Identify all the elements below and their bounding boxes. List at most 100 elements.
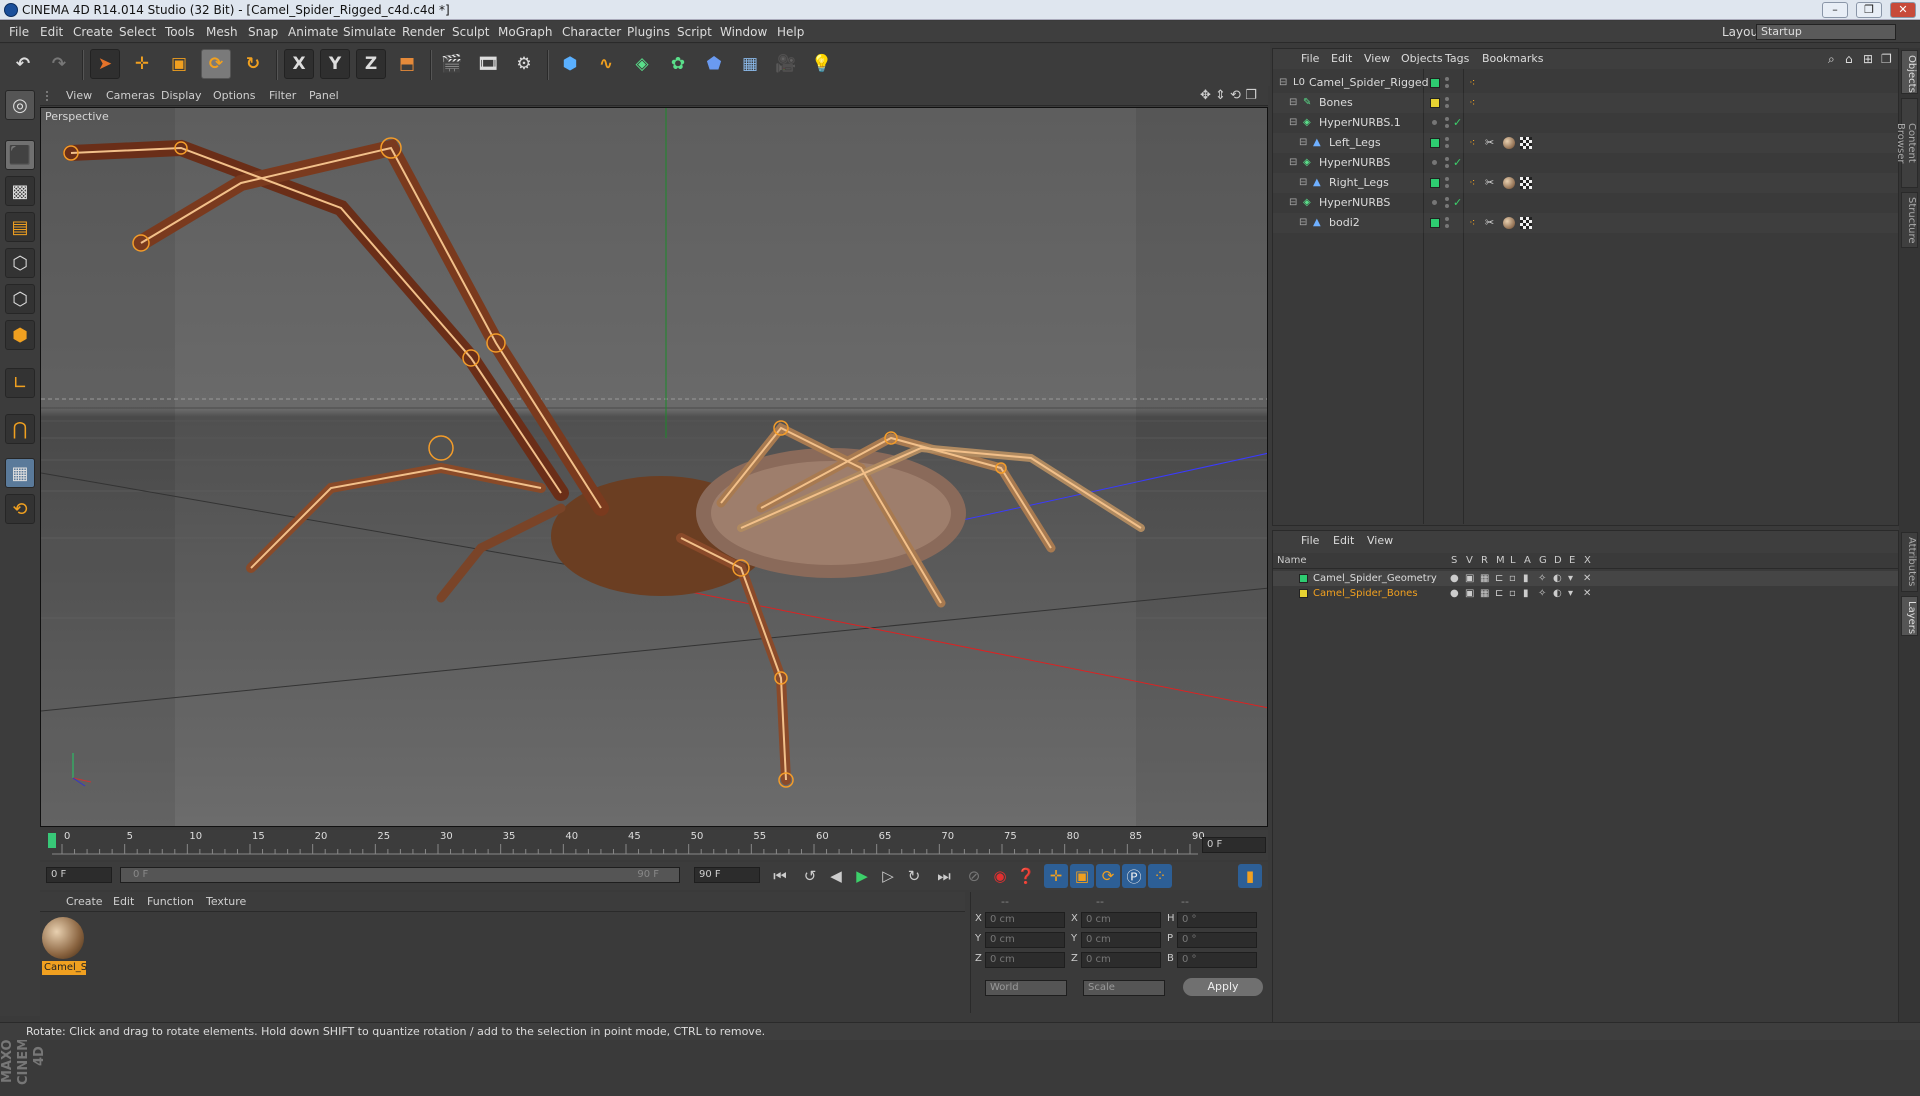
object-row[interactable]: ⊟ ▲ Right_Legs ⁖ ✂	[1273, 173, 1898, 193]
render-dot[interactable]	[1445, 104, 1449, 108]
maximize-button[interactable]: ❐	[1856, 2, 1882, 18]
visibility-dot[interactable]	[1445, 177, 1449, 181]
obj-menu-view[interactable]: View	[1364, 49, 1390, 69]
layer-toggle-icon[interactable]: ▮	[1523, 571, 1529, 586]
axis-mode-icon[interactable]: ∟	[5, 368, 35, 398]
menu-simulate[interactable]: Simulate	[343, 21, 396, 43]
ik-tag-icon[interactable]: ⁖	[1469, 173, 1475, 193]
start-frame-field[interactable]: 0 F	[46, 867, 112, 883]
object-row[interactable]: ⊟ L0 Camel_Spider_Rigged ⁖	[1273, 73, 1898, 93]
menu-sculpt[interactable]: Sculpt	[452, 21, 489, 43]
menu-help[interactable]: Help	[777, 21, 804, 43]
snap-magnet-icon[interactable]: ⋂	[5, 414, 35, 444]
render-dot[interactable]	[1445, 144, 1449, 148]
x-axis-lock-icon[interactable]: X	[284, 49, 314, 79]
layer-toggle-icon[interactable]: ▾	[1568, 586, 1573, 601]
object-name[interactable]: HyperNURBS	[1319, 153, 1390, 173]
keyframe-selection-icon[interactable]: ❓	[1014, 864, 1038, 888]
rotate-tool-icon[interactable]: ⟳	[201, 49, 231, 79]
layer-toggle-icon[interactable]: ✕	[1583, 571, 1591, 586]
menu-edit[interactable]: Edit	[40, 21, 63, 43]
obj-new-window-icon[interactable]: ❐	[1881, 49, 1892, 69]
visibility-dot[interactable]	[1445, 197, 1449, 201]
menu-window[interactable]: Window	[720, 21, 767, 43]
expand-icon[interactable]: ⊟	[1299, 173, 1307, 193]
render-dot[interactable]	[1445, 124, 1449, 128]
object-row[interactable]: ⊟ ▲ bodi2 ⁖ ✂	[1273, 213, 1898, 233]
expand-icon[interactable]: ⊟	[1289, 113, 1297, 133]
layer-color-swatch[interactable]	[1299, 574, 1308, 583]
layer-toggle-icon[interactable]: ●	[1450, 586, 1459, 601]
go-to-end-icon[interactable]: ⏭	[932, 864, 956, 888]
coord-value-field[interactable]: 0 cm	[1081, 932, 1161, 948]
layer-toggle-icon[interactable]: ▾	[1568, 571, 1573, 586]
layer-column-header[interactable]: V	[1466, 555, 1473, 566]
layer-color-swatch[interactable]	[1430, 138, 1440, 148]
material-swatch[interactable]: Camel_S	[42, 917, 87, 977]
layer-color-swatch[interactable]	[1430, 98, 1440, 108]
layer-toggle-icon[interactable]: ▣	[1465, 586, 1474, 601]
recent-tool-icon[interactable]: ↻	[238, 49, 268, 79]
end-frame-field[interactable]: 90 F	[694, 867, 760, 883]
tab-structure[interactable]: Structure	[1901, 192, 1918, 248]
enabled-check-icon[interactable]: ✓	[1453, 193, 1462, 213]
obj-menu-file[interactable]: File	[1301, 49, 1319, 69]
next-key-icon[interactable]: ↻	[902, 864, 926, 888]
weight-tag-icon[interactable]: ✂	[1485, 133, 1494, 153]
coordinate-system-icon[interactable]: ⬒	[392, 49, 422, 79]
spline-pen-icon[interactable]: ∿	[591, 49, 621, 79]
redo-icon[interactable]: ↷	[44, 49, 74, 79]
visibility-dot[interactable]	[1445, 137, 1449, 141]
layer-toggle-icon[interactable]: ▮	[1523, 586, 1529, 601]
move-tool-icon[interactable]: ✛	[127, 49, 157, 79]
layer-column-header[interactable]: M	[1496, 555, 1505, 566]
menu-character[interactable]: Character	[562, 21, 621, 43]
menu-animate[interactable]: Animate	[288, 21, 338, 43]
layer-dot[interactable]	[1432, 160, 1437, 165]
obj-menu-bookmarks[interactable]: Bookmarks	[1482, 49, 1543, 69]
layer-column-header[interactable]: G	[1539, 555, 1547, 566]
menu-render[interactable]: Render	[402, 21, 445, 43]
layer-toggle-icon[interactable]: ▫	[1509, 571, 1516, 586]
edges-mode-icon[interactable]: ⬡	[5, 284, 35, 314]
layer-toggle-icon[interactable]: ✕	[1583, 586, 1591, 601]
material-tag-icon[interactable]	[1503, 177, 1515, 189]
layer-column-header[interactable]: S	[1451, 555, 1457, 566]
expand-icon[interactable]: ⊟	[1289, 153, 1297, 173]
viewport-perspective[interactable]: Perspective	[40, 107, 1268, 827]
menu-create[interactable]: Create	[73, 21, 113, 43]
texture-tag-icon[interactable]	[1520, 137, 1532, 149]
layer-toggle-icon[interactable]: ▦	[1480, 586, 1489, 601]
layer-column-header[interactable]: D	[1554, 555, 1562, 566]
expand-icon[interactable]: ⊟	[1279, 73, 1287, 93]
model-mode-icon[interactable]: ⬛	[5, 140, 35, 170]
texture-mode-icon[interactable]: ▩	[5, 176, 35, 206]
visibility-dot[interactable]	[1445, 157, 1449, 161]
autokey-icon[interactable]: ◉	[988, 864, 1012, 888]
enabled-check-icon[interactable]: ✓	[1453, 153, 1462, 173]
playhead[interactable]	[48, 833, 56, 848]
layer-toggle-icon[interactable]: ✧	[1538, 586, 1546, 601]
viewport-menu-cameras[interactable]: Cameras	[106, 86, 155, 106]
ik-tag-icon[interactable]: ⁖	[1469, 213, 1475, 233]
object-name[interactable]: HyperNURBS	[1319, 193, 1390, 213]
key-parameter-icon[interactable]: Ⓟ	[1122, 864, 1146, 888]
layer-color-swatch[interactable]	[1430, 178, 1440, 188]
coord-scale-select[interactable]: Scale	[1083, 980, 1165, 996]
go-to-start-icon[interactable]: ⏮	[768, 864, 792, 888]
coord-value-field[interactable]: 0 cm	[1081, 952, 1161, 968]
layer-column-header[interactable]: L	[1510, 555, 1516, 566]
layer-column-header[interactable]: E	[1569, 555, 1575, 566]
layer-menu-edit[interactable]: Edit	[1333, 531, 1354, 551]
layer-toggle-icon[interactable]: ✧	[1538, 571, 1546, 586]
layer-toggle-icon[interactable]: ⊏	[1495, 586, 1503, 601]
obj-menu-edit[interactable]: Edit	[1331, 49, 1352, 69]
cube-primitive-icon[interactable]: ⬢	[555, 49, 585, 79]
timeline-window-icon[interactable]: ▮	[1238, 864, 1262, 888]
visibility-dot[interactable]	[1445, 77, 1449, 81]
layer-name[interactable]: Camel_Spider_Bones	[1313, 586, 1418, 601]
obj-menu-objects[interactable]: Objects	[1401, 49, 1443, 69]
coord-value-field[interactable]: 0 °	[1177, 932, 1257, 948]
previous-key-icon[interactable]: ↺	[798, 864, 822, 888]
coord-system-select[interactable]: World	[985, 980, 1067, 996]
